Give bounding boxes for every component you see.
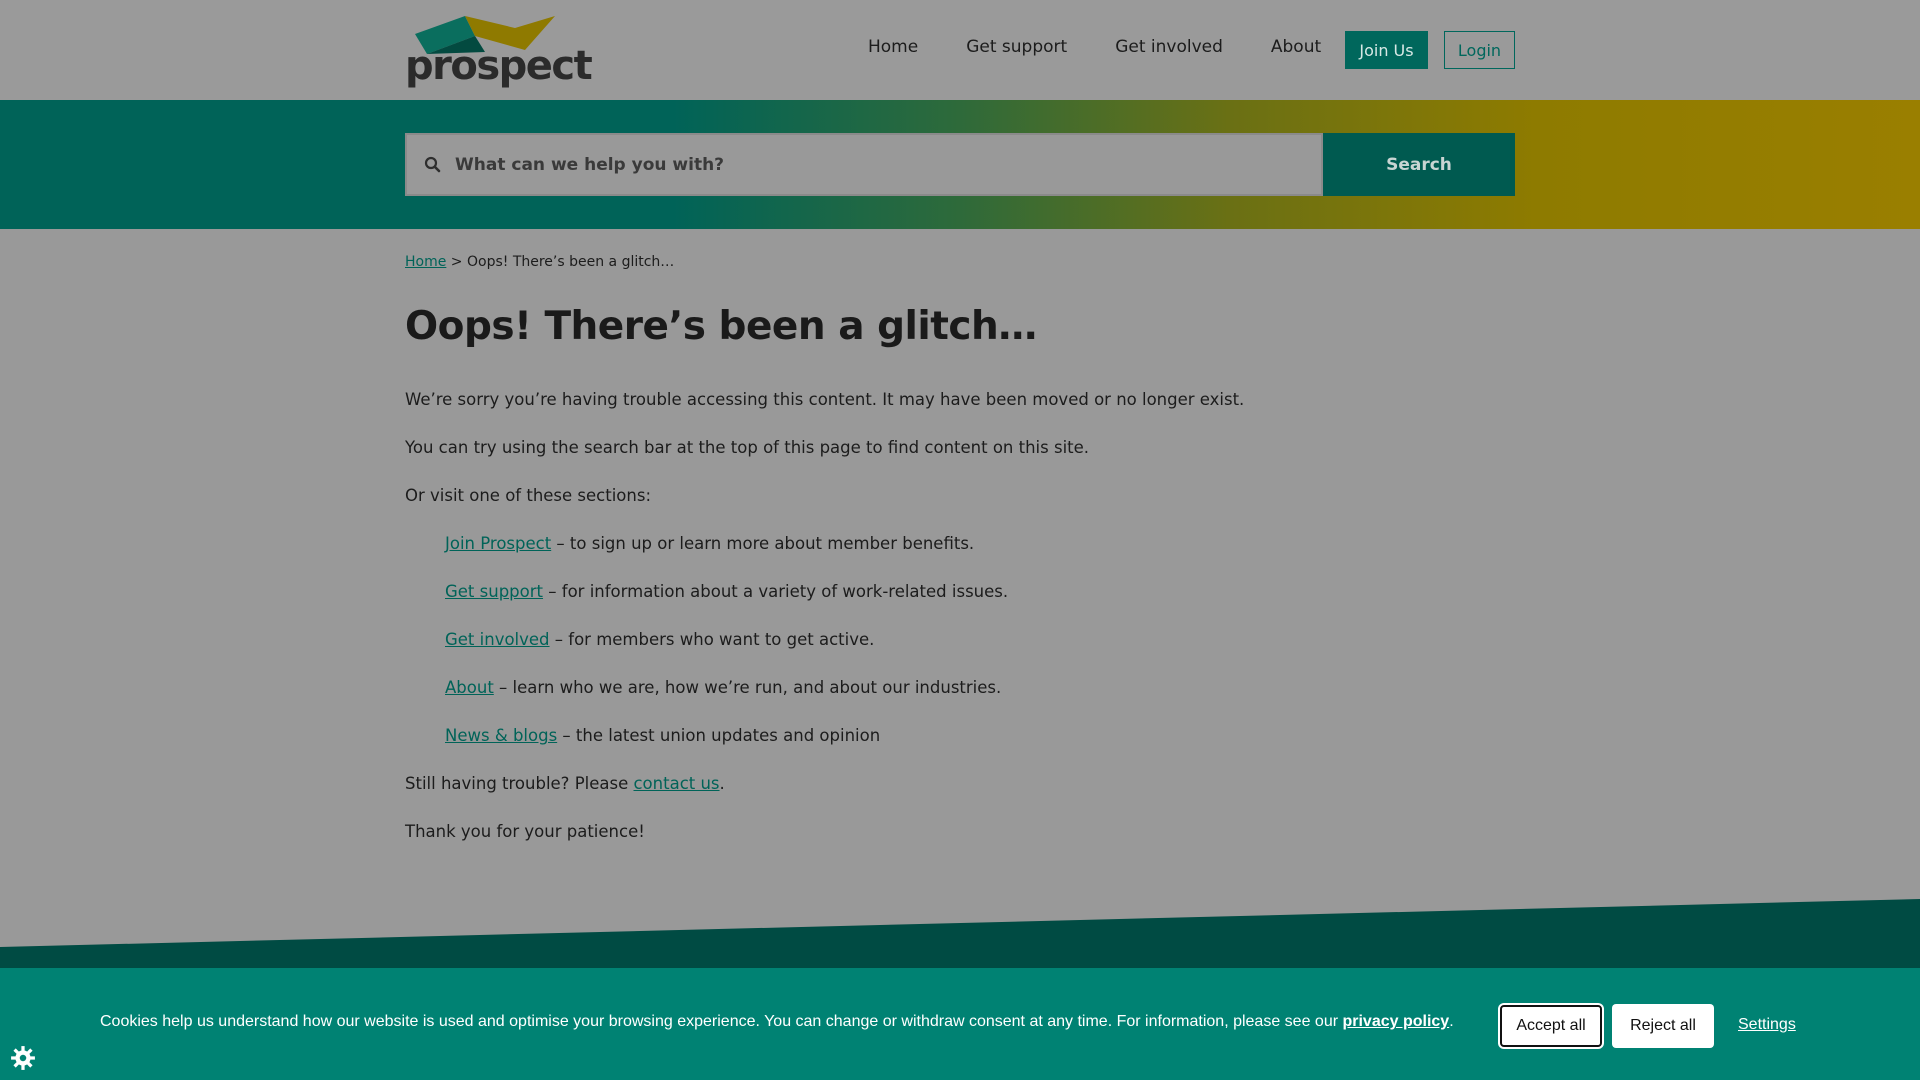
list-item: Get support – for information about a va… (445, 582, 1008, 601)
list-item-description: – to sign up or learn more about member … (551, 534, 975, 553)
join-prospect-link[interactable]: Join Prospect (445, 534, 551, 553)
cookie-banner: Cookies help us understand how our websi… (0, 968, 1920, 1080)
about-link[interactable]: About (445, 678, 494, 697)
trouble-paragraph: Still having trouble? Please contact us. (405, 774, 725, 793)
list-item: Join Prospect – to sign up or learn more… (445, 534, 974, 553)
footer-wave (0, 899, 1920, 975)
cookie-settings-button[interactable]: Settings (1738, 1016, 1796, 1034)
list-item: News & blogs – the latest union updates … (445, 726, 880, 745)
privacy-policy-link[interactable]: privacy policy (1342, 1013, 1449, 1030)
main-nav: Home Get support Get involved About (868, 37, 1321, 57)
search-hint-paragraph: You can try using the search bar at the … (405, 438, 1090, 457)
site-header: prospect Home Get support Get involved A… (0, 0, 1920, 100)
intro-paragraph: We’re sorry you’re having trouble access… (405, 390, 1245, 409)
nav-get-support[interactable]: Get support (966, 37, 1067, 57)
list-item: Get involved – for members who want to g… (445, 630, 874, 649)
prospect-logo[interactable]: prospect (405, 14, 593, 88)
cookie-text-end: . (1449, 1013, 1454, 1030)
list-item: About – learn who we are, how we’re run,… (445, 678, 1001, 697)
reject-all-button[interactable]: Reject all (1612, 1004, 1714, 1048)
nav-get-involved[interactable]: Get involved (1115, 37, 1223, 57)
trouble-suffix: . (719, 774, 725, 793)
logo-wordmark: prospect (405, 43, 593, 89)
login-button[interactable]: Login (1444, 31, 1515, 69)
get-involved-link[interactable]: Get involved (445, 630, 550, 649)
contact-us-link[interactable]: contact us (633, 774, 719, 793)
search-icon (424, 156, 441, 173)
list-item-description: – the latest union updates and opinion (557, 726, 881, 745)
breadcrumb-separator: > (450, 254, 463, 270)
search-button[interactable]: Search (1323, 133, 1515, 196)
list-item-description: – learn who we are, how we’re run, and a… (493, 678, 1002, 697)
nav-home[interactable]: Home (868, 37, 918, 57)
search-input[interactable] (455, 135, 1315, 194)
search-box (405, 133, 1323, 196)
nav-about[interactable]: About (1271, 37, 1321, 57)
cookie-text: Cookies help us understand how our websi… (100, 1013, 1343, 1030)
trouble-text: Still having trouble? Please (405, 774, 634, 793)
get-support-link[interactable]: Get support (445, 582, 543, 601)
cookie-message: Cookies help us understand how our websi… (100, 1013, 1454, 1031)
news-blogs-link[interactable]: News & blogs (445, 726, 557, 745)
gear-icon[interactable] (10, 1045, 36, 1071)
page-title: Oops! There’s been a glitch… (405, 304, 1037, 349)
thanks-paragraph: Thank you for your patience! (405, 822, 645, 841)
breadcrumb-current: Oops! There’s been a glitch… (466, 254, 675, 270)
breadcrumb-home-link[interactable]: Home (405, 254, 446, 270)
search-banner: Search (0, 100, 1920, 229)
join-us-button[interactable]: Join Us (1345, 31, 1428, 69)
main-content: Home > Oops! There’s been a glitch… Oops… (405, 254, 1305, 841)
sections-intro: Or visit one of these sections: (405, 486, 652, 505)
accept-all-button[interactable]: Accept all (1500, 1005, 1602, 1047)
list-item-description: – for information about a variety of wor… (543, 582, 1009, 601)
breadcrumb: Home > Oops! There’s been a glitch… (405, 254, 1305, 270)
list-item-description: – for members who want to get active. (549, 630, 875, 649)
